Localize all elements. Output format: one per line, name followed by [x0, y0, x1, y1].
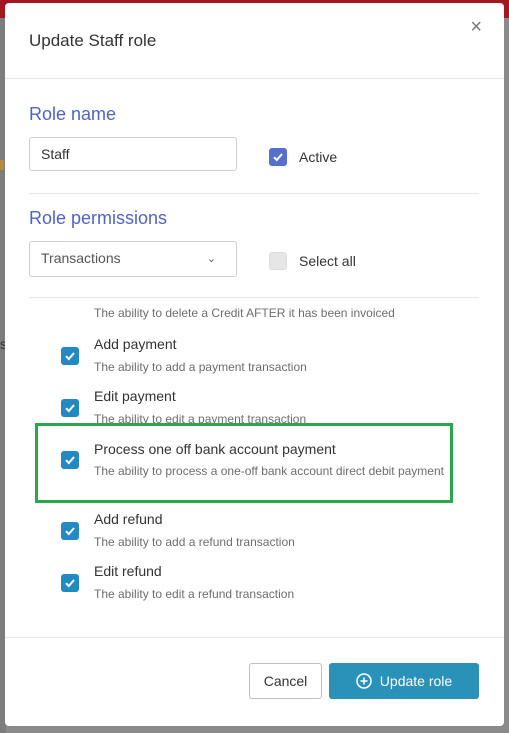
permission-category-select[interactable]: Transactions ⌄: [29, 241, 237, 277]
select-all-label: Select all: [299, 253, 356, 269]
permission-title: Add refund: [94, 511, 163, 527]
update-role-label: Update role: [379, 673, 453, 689]
permission-desc: The ability to add a payment transaction: [94, 360, 307, 374]
plus-circle-icon: [356, 673, 372, 689]
permission-desc: The ability to process a one-off bank ac…: [94, 464, 444, 478]
permission-desc: The ability to edit a refund transaction: [94, 587, 295, 601]
select-value: Transactions: [41, 250, 121, 266]
dialog-header: Update Staff role ×: [5, 3, 504, 79]
active-label: Active: [299, 149, 338, 165]
checkmark-icon: [65, 404, 75, 413]
permission-title: Edit refund: [94, 563, 162, 579]
permission-checkbox[interactable]: [61, 574, 79, 592]
permission-title: Edit payment: [94, 388, 176, 404]
permission-checkbox[interactable]: [61, 451, 79, 469]
permission-checkbox[interactable]: [61, 399, 79, 417]
role-permissions-heading: Role permissions: [29, 208, 168, 228]
permissions-list: The ability to delete a Credit AFTER it …: [5, 298, 504, 608]
checkmark-icon: [273, 153, 283, 162]
permission-title: Add payment: [94, 336, 177, 352]
checkmark-icon: [65, 579, 75, 588]
checkmark-icon: [65, 527, 75, 536]
chevron-down-icon: ⌄: [206, 253, 216, 265]
update-role-dialog: Update Staff role × Role name Staff Acti…: [5, 3, 504, 726]
role-name-heading: Role name: [29, 104, 117, 124]
checkmark-icon: [65, 352, 75, 361]
footer-divider: [5, 637, 504, 638]
background-accent: [0, 160, 4, 170]
cancel-button[interactable]: Cancel: [249, 663, 322, 699]
permission-checkbox[interactable]: [61, 522, 79, 540]
active-checkbox[interactable]: [269, 148, 287, 166]
section-divider: [29, 193, 479, 194]
dialog-title: Update Staff role: [29, 31, 157, 50]
select-all-checkbox[interactable]: [269, 252, 287, 270]
partial-permission-desc: The ability to delete a Credit AFTER it …: [94, 306, 395, 320]
close-icon[interactable]: ×: [470, 17, 482, 37]
checkmark-icon: [65, 456, 75, 465]
permission-checkbox[interactable]: [61, 347, 79, 365]
permission-desc: The ability to add a refund transaction: [94, 535, 295, 549]
permission-title: Process one off bank account payment: [94, 441, 336, 457]
role-name-input[interactable]: Staff: [29, 137, 237, 171]
permission-desc: The ability to edit a payment transactio…: [94, 412, 307, 426]
update-role-button[interactable]: Update role: [329, 663, 479, 699]
